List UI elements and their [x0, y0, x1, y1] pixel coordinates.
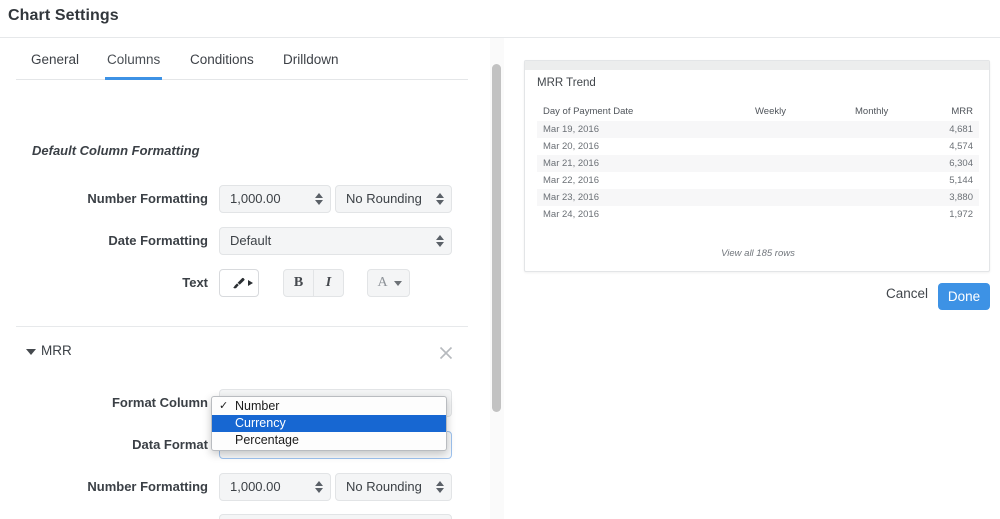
chevron-right-icon	[248, 280, 253, 286]
table-row: Mar 24, 2016 1,972	[537, 206, 979, 223]
default-number-formatting-label: Number Formatting	[87, 191, 208, 206]
column-header-mrr: MRR	[951, 106, 973, 117]
chevron-down-icon	[394, 281, 402, 286]
cell-date: Mar 22, 2016	[543, 175, 599, 186]
cell-mrr: 3,880	[949, 192, 973, 203]
aggregate-row-row: Aggregate Row Sum	[0, 514, 470, 519]
group-number-format-select[interactable]: 1,000.00	[219, 473, 331, 501]
column-header-date: Day of Payment Date	[543, 106, 634, 117]
data-format-dropdown-menu[interactable]: ✓ Number Currency Percentage	[211, 396, 447, 451]
default-date-format-select[interactable]: Default	[219, 227, 452, 255]
format-column-label: Format Column	[111, 395, 208, 410]
tab-drilldown[interactable]: Drilldown	[281, 49, 341, 80]
cell-date: Mar 23, 2016	[543, 192, 599, 203]
default-date-format-value: Default	[230, 233, 272, 248]
chevron-updown-icon	[436, 480, 444, 494]
default-number-format-select[interactable]: 1,000.00	[219, 185, 331, 213]
cell-date: Mar 21, 2016	[543, 158, 599, 169]
chart-settings-dialog: Chart Settings General Columns Condition…	[0, 0, 1000, 519]
default-rounding-select[interactable]: No Rounding	[335, 185, 452, 213]
column-group-name: MRR	[41, 343, 72, 358]
cell-mrr: 6,304	[949, 158, 973, 169]
text-color-brush-button[interactable]	[219, 269, 259, 297]
chevron-updown-icon	[315, 480, 323, 494]
group-number-formatting-row: Number Formatting 1,000.00 No Rounding	[0, 473, 470, 501]
group-number-format-value: 1,000.00	[230, 479, 281, 494]
default-date-formatting-row: Date Formatting Default	[0, 227, 470, 255]
cell-date: Mar 20, 2016	[543, 141, 599, 152]
default-rounding-value: No Rounding	[346, 191, 422, 206]
close-icon	[439, 346, 453, 360]
chart-preview-card: MRR Trend Day of Payment Date Weekly Mon…	[524, 60, 990, 272]
group-number-formatting-label: Number Formatting	[87, 479, 208, 494]
tab-bar: General Columns Conditions Drilldown	[16, 46, 468, 80]
table-row: Mar 22, 2016 5,144	[537, 172, 979, 189]
default-formatting-heading: Default Column Formatting	[32, 143, 200, 158]
font-color-button[interactable]: A	[367, 269, 410, 297]
dropdown-option-label: Percentage	[235, 433, 299, 447]
default-number-format-value: 1,000.00	[230, 191, 281, 206]
view-all-rows-link[interactable]: View all 185 rows	[537, 248, 979, 259]
settings-scrollbar-thumb[interactable]	[492, 64, 501, 412]
tab-conditions[interactable]: Conditions	[188, 49, 256, 80]
default-number-formatting-row: Number Formatting 1,000.00 No Rounding	[0, 185, 470, 213]
done-button[interactable]: Done	[938, 283, 990, 310]
default-date-formatting-label: Date Formatting	[108, 233, 208, 248]
cell-date: Mar 19, 2016	[543, 124, 599, 135]
dropdown-option-label: Currency	[235, 416, 286, 430]
paintbrush-icon	[233, 277, 245, 289]
column-header-monthly: Monthly	[855, 106, 889, 117]
cell-mrr: 4,681	[949, 124, 973, 135]
dropdown-option-percentage[interactable]: Percentage	[212, 432, 446, 449]
bold-button[interactable]: B	[283, 269, 314, 297]
group-rounding-select[interactable]: No Rounding	[335, 473, 452, 501]
dropdown-option-label: Number	[235, 399, 280, 413]
tab-columns[interactable]: Columns	[105, 49, 163, 80]
table-row: Mar 19, 2016 4,681	[537, 121, 979, 138]
cell-date: Mar 24, 2016	[543, 209, 599, 220]
cell-mrr: 1,972	[949, 209, 973, 220]
section-divider	[16, 326, 468, 327]
table-row: Mar 23, 2016 3,880	[537, 189, 979, 206]
cancel-button[interactable]: Cancel	[886, 286, 928, 301]
chevron-updown-icon	[436, 192, 444, 206]
dialog-titlebar: Chart Settings	[0, 0, 1000, 38]
page-title: Chart Settings	[8, 7, 119, 24]
remove-column-group-button[interactable]	[436, 343, 456, 363]
chevron-updown-icon	[315, 192, 323, 206]
tab-general[interactable]: General	[29, 49, 81, 80]
triangle-down-icon[interactable]	[26, 349, 36, 355]
data-format-label: Data Format	[132, 437, 208, 452]
cell-mrr: 4,574	[949, 141, 973, 152]
preview-table: Day of Payment Date Weekly Monthly MRR M…	[537, 103, 979, 259]
default-text-row: Text B I A	[0, 269, 470, 297]
check-icon: ✓	[219, 400, 229, 412]
aggregate-row-label: Aggregate Row	[8, 514, 208, 519]
group-rounding-value: No Rounding	[346, 479, 422, 494]
table-header-row: Day of Payment Date Weekly Monthly MRR	[537, 103, 979, 122]
dropdown-option-number[interactable]: ✓ Number	[212, 398, 446, 415]
table-row: Mar 21, 2016 6,304	[537, 155, 979, 172]
italic-button[interactable]: I	[313, 269, 344, 297]
font-color-label: A	[377, 275, 388, 290]
chevron-updown-icon	[436, 234, 444, 248]
preview-title: MRR Trend	[537, 77, 596, 89]
dropdown-option-currency[interactable]: Currency	[212, 415, 446, 432]
preview-card-topbar	[525, 61, 989, 70]
table-row: Mar 20, 2016 4,574	[537, 138, 979, 155]
default-text-label: Text	[182, 275, 208, 290]
column-header-weekly: Weekly	[755, 106, 786, 117]
cell-mrr: 5,144	[949, 175, 973, 186]
aggregate-row-select[interactable]: Sum	[219, 514, 452, 519]
